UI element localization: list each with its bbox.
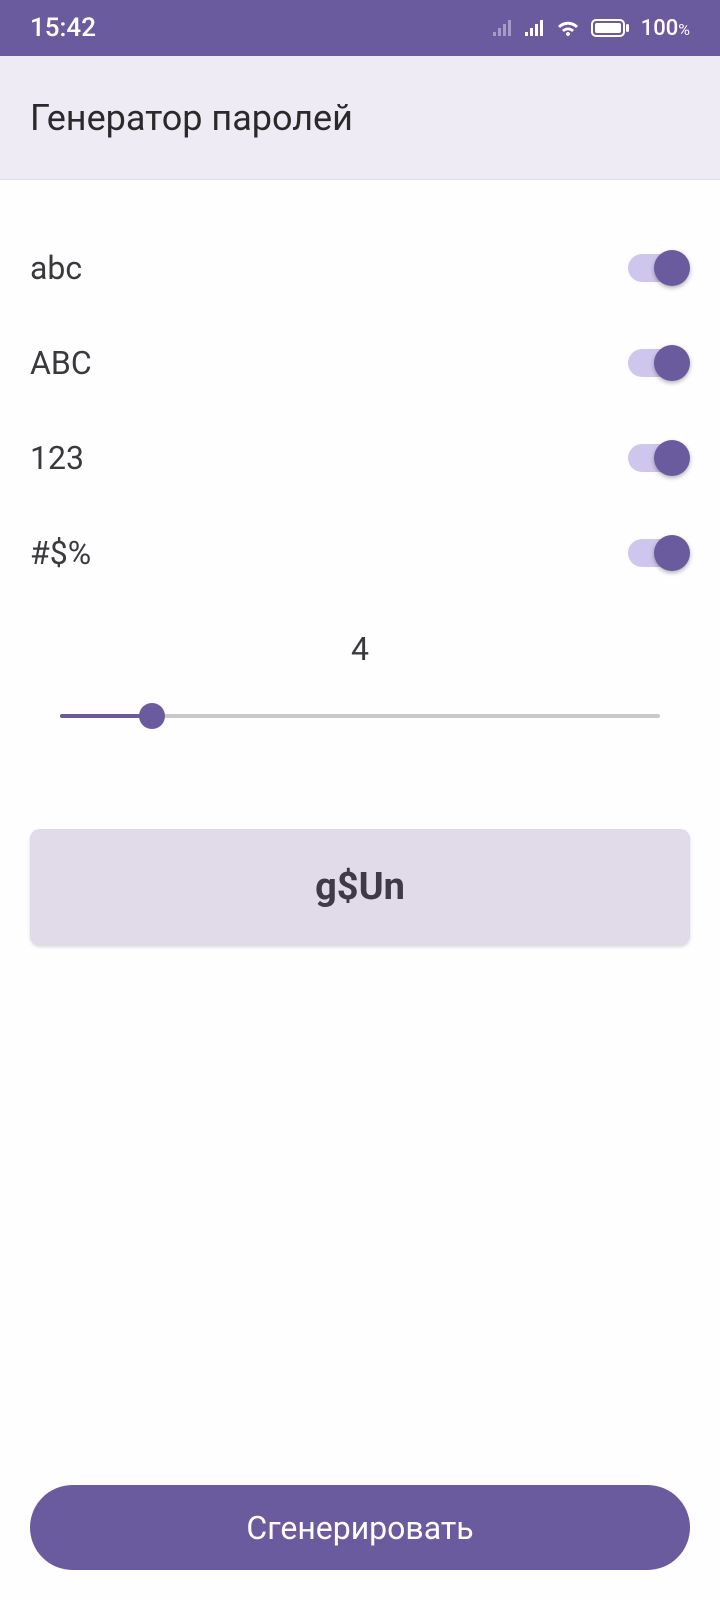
battery-text: 100%	[641, 16, 690, 41]
option-row-uppercase: ABC	[30, 315, 690, 410]
app-header: Генератор паролей	[0, 56, 720, 180]
signal-icon	[523, 18, 545, 38]
password-display[interactable]: g$Un	[30, 829, 690, 945]
toggle-lowercase[interactable]	[628, 250, 690, 286]
toggle-uppercase[interactable]	[628, 345, 690, 381]
status-time: 15:42	[30, 13, 96, 43]
option-row-numbers: 123	[30, 410, 690, 505]
status-bar: 15:42 100%	[0, 0, 720, 56]
length-value: 4	[351, 630, 369, 668]
option-label: ABC	[30, 344, 92, 382]
option-row-lowercase: abc	[30, 220, 690, 315]
status-icons: 100%	[491, 16, 690, 41]
battery-icon	[591, 18, 631, 38]
toggle-symbols[interactable]	[628, 535, 690, 571]
page-title: Генератор паролей	[30, 97, 353, 139]
option-label: abc	[30, 249, 82, 287]
wifi-icon	[555, 18, 581, 38]
generated-password: g$Un	[315, 865, 405, 909]
length-section: 4	[30, 630, 690, 729]
length-slider[interactable]	[30, 703, 690, 729]
toggle-numbers[interactable]	[628, 440, 690, 476]
generate-button-label: Сгенерировать	[246, 1509, 473, 1547]
option-label: 123	[30, 439, 84, 477]
option-label: #$%	[30, 534, 91, 572]
content-area: abc ABC 123 #$% 4	[0, 180, 720, 1485]
option-row-symbols: #$%	[30, 505, 690, 600]
generate-button[interactable]: Сгенерировать	[30, 1485, 690, 1570]
signal-weak-icon	[491, 18, 513, 38]
